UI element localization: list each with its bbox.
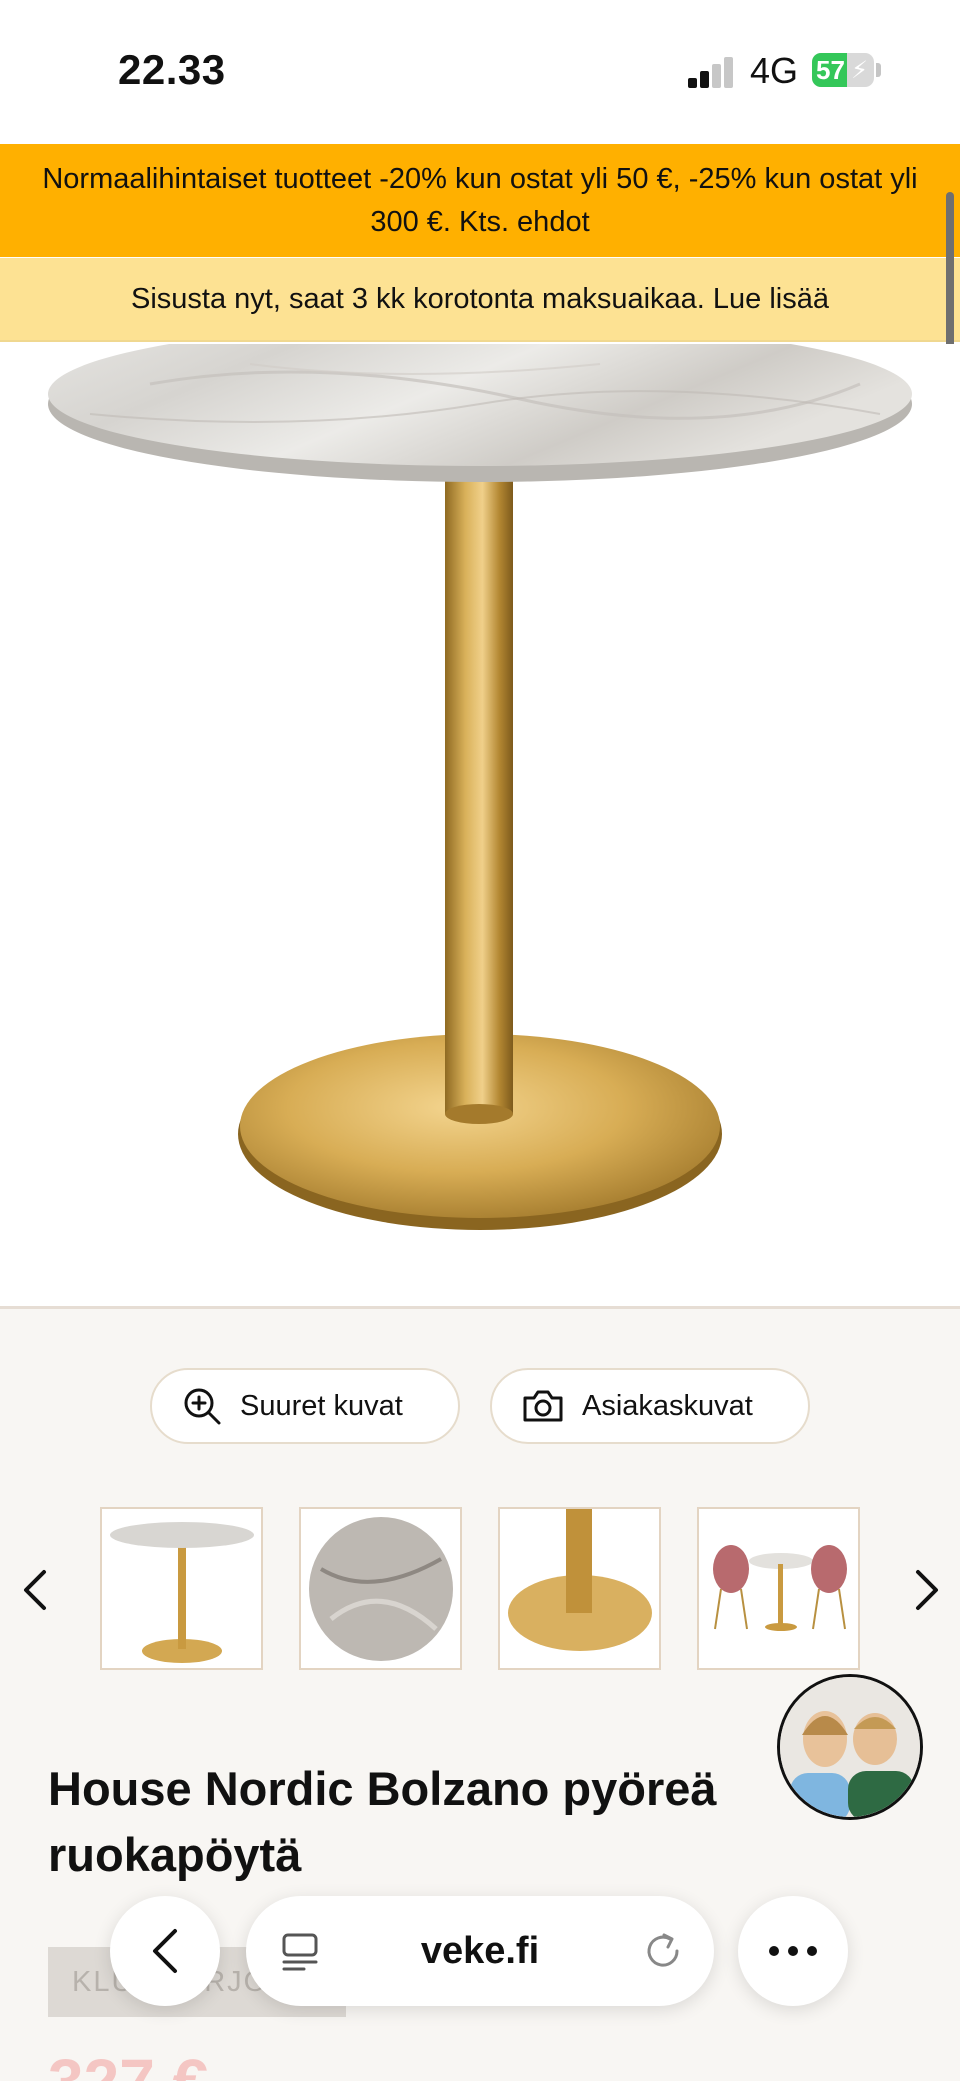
battery-icon: 57 ⚡	[812, 53, 874, 87]
brass-base-closeup-image	[508, 1509, 652, 1651]
camera-icon	[523, 1390, 563, 1422]
chevron-left-icon[interactable]	[16, 1566, 56, 1614]
browser-back-button[interactable]	[110, 1896, 220, 2006]
customer-service-avatar[interactable]	[777, 1674, 923, 1820]
customer-service-avatar-image	[780, 1677, 920, 1817]
marble-top-closeup-image	[309, 1517, 453, 1661]
large-images-button[interactable]: Suuret kuvat	[150, 1368, 460, 1444]
customer-images-button[interactable]: Asiakaskuvat	[490, 1368, 810, 1444]
status-time: 22.33	[118, 46, 226, 93]
address-bar[interactable]: veke.fi	[246, 1896, 714, 2006]
more-dots-icon	[769, 1946, 817, 1956]
reload-icon[interactable]	[642, 1930, 684, 1972]
signal-bar	[688, 78, 697, 88]
thumbnail-3[interactable]	[498, 1507, 661, 1670]
table-full-view-image	[110, 1522, 254, 1663]
status-bar: 22.33 4G 57 ⚡	[0, 0, 960, 144]
zoom-in-icon	[184, 1388, 221, 1425]
finance-banner[interactable]: Sisusta nyt, saat 3 kk korotonta maksuai…	[0, 258, 960, 342]
battery-cap	[876, 63, 881, 77]
signal-bar	[712, 64, 721, 88]
promo-banner[interactable]: Normaalihintaiset tuotteet -20% kun osta…	[0, 144, 960, 257]
thumbnail-4[interactable]	[697, 1507, 860, 1670]
chevron-right-icon[interactable]	[906, 1566, 946, 1614]
signal-strength-icon	[688, 56, 736, 88]
browser-more-button[interactable]	[738, 1896, 848, 2006]
finance-banner-text: Sisusta nyt, saat 3 kk korotonta maksuai…	[131, 282, 829, 315]
product-page: 22.33 4G 57 ⚡ Normaalihintaiset tuotteet…	[0, 0, 960, 2081]
table-with-chairs-image	[713, 1545, 847, 1631]
signal-bar	[724, 57, 733, 88]
signal-bar	[700, 71, 709, 88]
customer-images-label: Asiakaskuvat	[582, 1389, 753, 1422]
chevron-left-icon	[153, 1929, 177, 1973]
thumbnail-2[interactable]	[299, 1507, 462, 1670]
product-title: House Nordic Bolzano pyöreä ruokapöytä	[48, 1762, 717, 1881]
promo-banner-text: Normaalihintaiset tuotteet -20% kun osta…	[42, 162, 918, 238]
thumbnail-1[interactable]	[100, 1507, 263, 1670]
large-images-label: Suuret kuvat	[240, 1389, 403, 1422]
network-type: 4G	[750, 50, 799, 91]
main-product-image[interactable]	[0, 322, 960, 1306]
battery-percent: 57	[816, 55, 845, 85]
product-price: 327 €	[48, 2050, 208, 2081]
charging-bolt-icon: ⚡	[851, 57, 868, 84]
round-marble-table-image	[48, 322, 912, 1230]
